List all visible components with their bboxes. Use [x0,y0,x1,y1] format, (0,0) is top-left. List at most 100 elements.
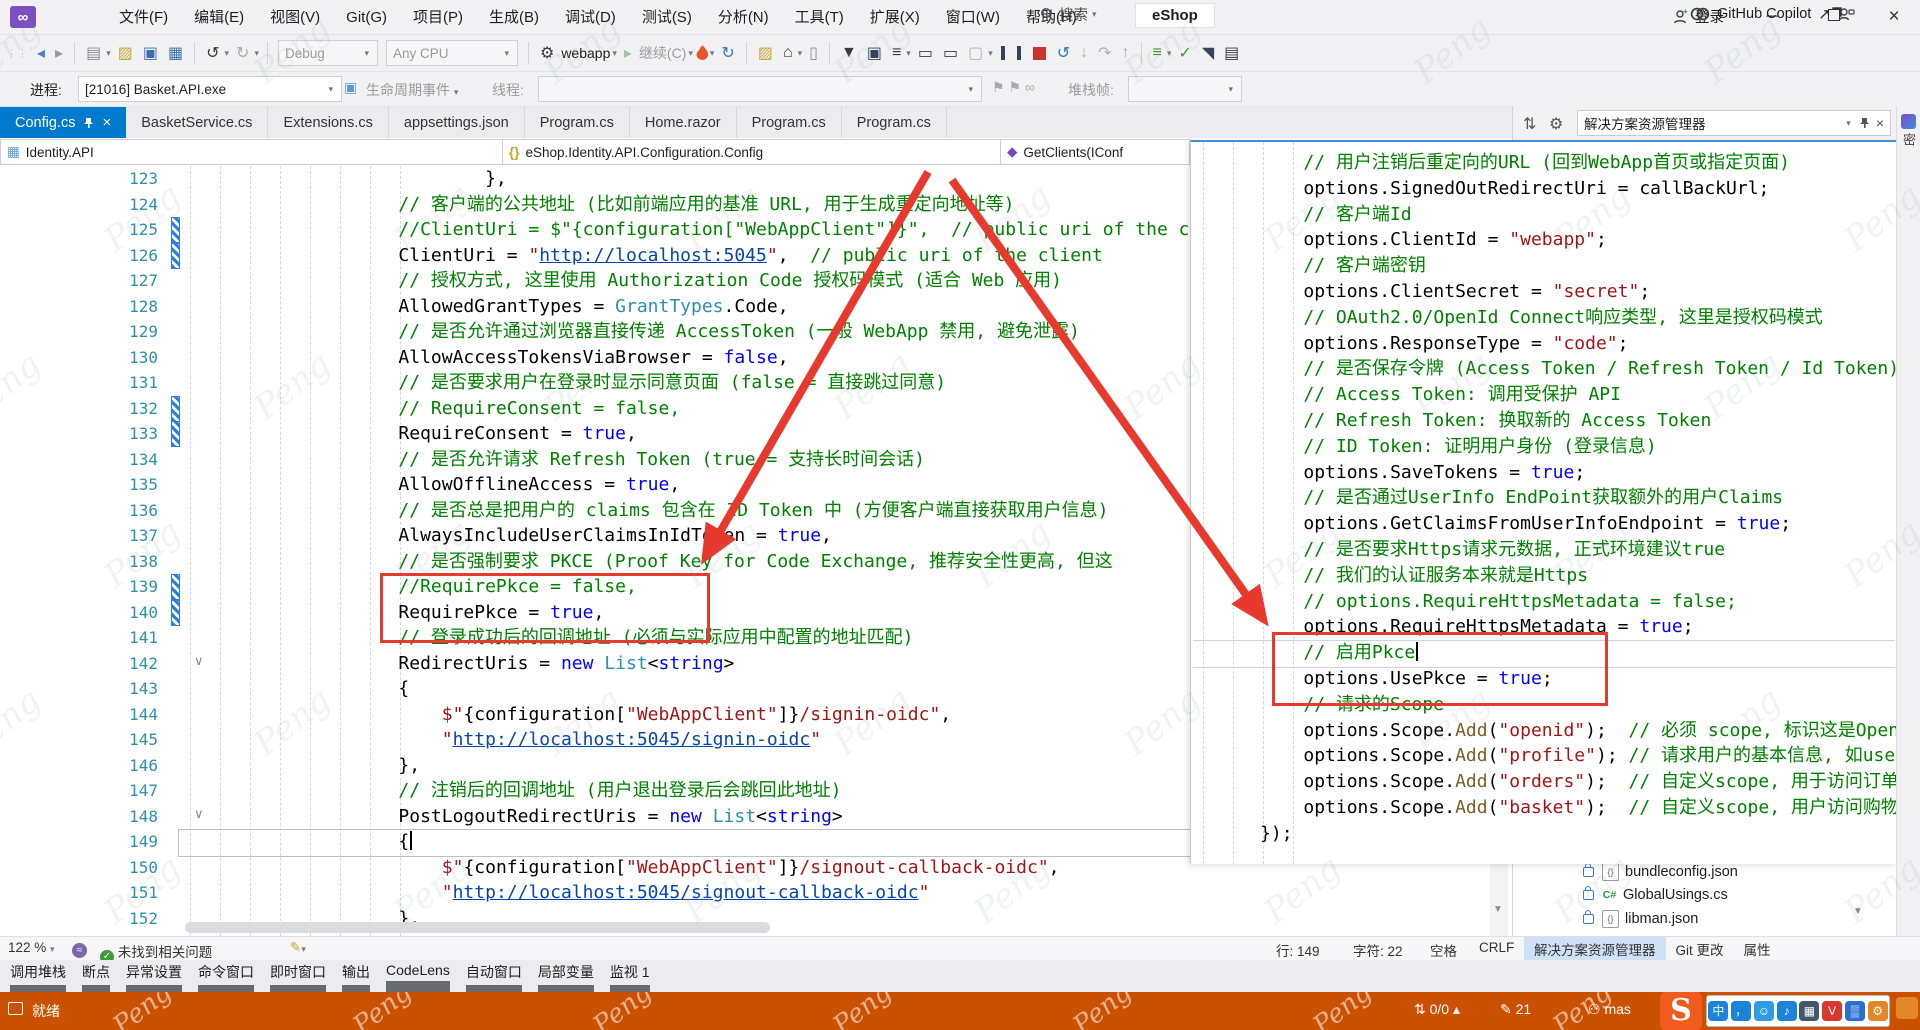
project-dropdown[interactable]: ▦ Identity.API ▾ [0,139,514,165]
document-tab[interactable]: Program.cs [842,107,947,138]
code-line[interactable]: options.ClientId = "webapp"; [1191,227,1897,253]
debug-target-combo[interactable]: Debug ▾ [277,40,378,66]
tool-window-tab[interactable]: 属性 [1734,937,1781,961]
document-tab[interactable]: BasketService.cs [126,107,269,138]
save-icon[interactable]: ▣ [138,43,163,63]
menu-item[interactable]: Git(G) [333,1,400,34]
fold-chevron-icon[interactable]: ∨ [194,653,204,669]
menu-item[interactable]: 测试(S) [629,1,705,34]
code-line[interactable]: options.Scope.Add("orders"); // 自定义scope… [1191,769,1897,795]
menu-item[interactable]: 扩展(X) [857,1,933,34]
switch-views-icon[interactable]: ⇅ [1523,114,1536,134]
sync-commits-button[interactable]: ⇅ 0/0 ▴ [1414,1001,1460,1018]
close-icon[interactable]: × [1876,115,1884,131]
eol-indicator[interactable]: CRLF [1479,940,1514,955]
panel-tab[interactable]: 监视 1 [609,960,650,992]
thread-combo[interactable]: ▾ [538,76,982,102]
menu-item[interactable]: 调试(D) [552,1,629,34]
menu-item[interactable]: 编辑(E) [181,1,257,34]
code-line[interactable]: }); [1191,821,1897,847]
code-line[interactable]: // OAuth2.0/OpenId Connect响应类型, 这里是授权码模式 [1191,305,1897,331]
sogou-ime-logo[interactable]: S [1660,992,1702,1030]
navigate-cursor-icon[interactable]: ◥ [1197,43,1219,63]
document-tab[interactable]: Program.cs [737,107,842,138]
tree-item[interactable]: C# GlobalUsings.cs [1513,884,1897,907]
scroll-down-icon[interactable]: ▼ [1493,904,1503,915]
code-line[interactable]: // 是否要求Https请求元数据, 正式环境建议true [1191,537,1897,563]
document-tab[interactable]: Config.cs × [0,107,127,138]
nav-forward-icon[interactable]: ▸ [50,43,68,63]
code-line[interactable]: // options.RequireHttpsMetadata = false; [1191,589,1897,615]
code-line[interactable]: // 是否保存令牌 (Access Token / Refresh Token … [1191,356,1897,382]
redo-icon[interactable]: ↻ ▾ [231,43,261,63]
panel-tab[interactable]: 输出 [342,960,370,992]
code-line[interactable]: options.GetClaimsFromUserInfoEndpoint = … [1191,511,1897,537]
pin-icon[interactable] [83,117,94,129]
chevron-down-icon[interactable]: ▾ [1846,118,1851,129]
open-folder-icon[interactable]: ▨ [113,43,138,63]
ime-lang-icon[interactable]: 中 [1708,1001,1729,1021]
document-tab[interactable]: Extensions.cs [268,107,389,138]
ime-keyboard-icon[interactable]: ▦ [1799,1001,1820,1021]
pin-icon[interactable] [1859,117,1870,129]
panel-tab[interactable]: 命令窗口 [198,960,254,992]
search-control[interactable]: 搜索 ▾ [1040,4,1099,25]
menu-item[interactable]: 生成(B) [476,1,552,34]
nav-back-icon[interactable]: ◂ [32,43,50,63]
undo-icon[interactable]: ↺ ▾ [201,43,231,63]
menu-item[interactable]: 文件(F) [106,1,181,34]
spaces-indicator[interactable]: 空格 [1430,940,1457,960]
close-button[interactable]: × [1872,0,1916,33]
fold-chevron-icon[interactable]: ∨ [194,806,204,822]
monitor-icon[interactable]: ▭ [913,43,938,63]
panel-tab[interactable]: 异常设置 [126,960,182,992]
code-line[interactable]: // Access Token: 调用受保护 API [1191,382,1897,408]
collapsed-tool-window-tab[interactable]: 密 [1899,114,1918,146]
ime-mic-icon[interactable]: ♪ [1776,1001,1797,1021]
paste-outline-icon[interactable]: ▤ [1219,43,1244,63]
menu-item[interactable]: 视图(V) [257,1,333,34]
step-into-icon[interactable]: ↓ [1075,44,1093,62]
code-line[interactable]: options.SignedOutRedirectUri = callBackU… [1191,176,1897,202]
code-cleanup-button[interactable]: ✎▾ [290,940,308,956]
step-over-icon[interactable]: ↷ [1093,43,1116,63]
vertical-scrollbar[interactable]: ▼ [1490,862,1508,936]
panel-tab[interactable]: CodeLens [386,960,450,992]
panel-tab[interactable]: 自动窗口 [465,960,522,992]
save-all-icon[interactable]: ▦ [163,43,188,63]
scroll-down-icon[interactable]: ▼ [1853,906,1863,917]
zoom-dropdown[interactable]: 122 % ▾ [8,940,57,955]
flag-icons[interactable]: ⚑ ⚑ ∞ [992,79,1035,96]
code-line[interactable]: // 我们的认证服务本来就是Https [1191,563,1897,589]
line-indicator[interactable]: 行: 149 [1276,940,1320,960]
ime-grid-icon[interactable]: ▒ [1844,1001,1865,1021]
lifecycle-events-button[interactable]: 生命周期事件 ▾ [366,80,460,100]
column-indicator[interactable]: 字符: 22 [1353,940,1403,960]
menu-item[interactable]: 窗口(W) [933,1,1013,34]
format-icon[interactable]: ≡ ▾ [1148,44,1174,62]
tool-window-tab[interactable]: 解决方案资源管理器 [1524,937,1666,961]
panel-tab[interactable]: 即时窗口 [270,960,326,992]
horizontal-scrollbar[interactable] [185,921,1175,934]
restart-icon[interactable]: ↻ [716,43,739,63]
platform-combo[interactable]: Any CPU ▾ [385,40,518,66]
code-line[interactable]: // 是否通过UserInfo EndPoint获取额外的用户Claims [1191,485,1897,511]
home-icon[interactable]: ⌂ ▾ [778,44,804,62]
panel-tab[interactable]: 调用堆栈 [10,960,66,992]
share-icon[interactable]: ↗ [1818,5,1831,23]
solution-name[interactable]: eShop [1135,3,1215,28]
pending-edits-button[interactable]: ✎ 21 [1500,1001,1531,1018]
ime-emoji-icon[interactable]: ☺ [1753,1001,1774,1021]
ime-punct-icon[interactable]: ， [1731,1001,1752,1021]
new-item-icon[interactable]: ▤ ▾ [81,43,113,63]
menu-item[interactable]: 项目(P) [400,1,476,34]
code-line[interactable]: options.ClientSecret = "secret"; [1191,279,1897,305]
document-tab[interactable]: appsettings.json [389,107,525,138]
code-line[interactable]: // 客户端密钥 [1191,253,1897,279]
type-dropdown[interactable]: {} eShop.Identity.API.Configuration.Conf… [502,139,1012,165]
terminal-icon[interactable]: ▣ [862,43,887,63]
code-line[interactable]: options.ResponseType = "code"; [1191,331,1897,357]
stop-icon[interactable] [1027,46,1052,60]
spell-check-icon[interactable]: ✓ [1173,43,1196,63]
panel-tab[interactable]: 断点 [82,960,110,992]
